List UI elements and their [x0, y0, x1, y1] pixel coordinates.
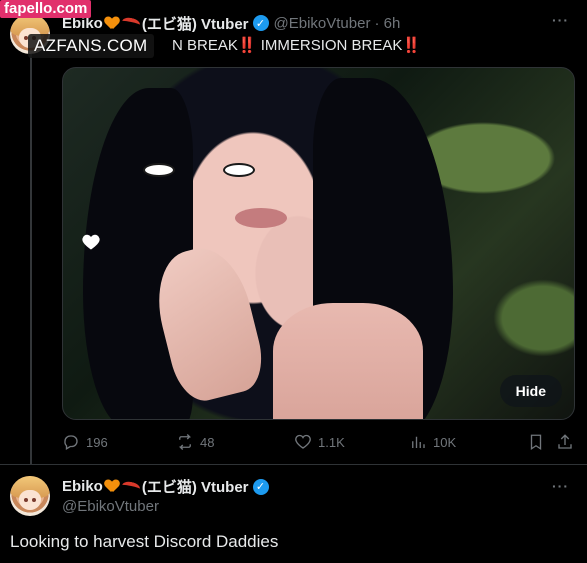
more-icon[interactable]: ···	[552, 12, 569, 28]
bookmark-icon	[530, 434, 542, 451]
display-name-suffix[interactable]: (エビ猫) Vtuber	[142, 476, 249, 497]
repost-count: 48	[200, 434, 215, 450]
reply-button[interactable]: 196	[62, 433, 108, 451]
views-icon	[412, 436, 425, 448]
repost-button[interactable]: 48	[176, 433, 214, 451]
thread-line	[30, 54, 32, 465]
tweet-text: Looking to harvest Discord Daddies	[10, 532, 279, 551]
like-count: 1.1K	[318, 434, 345, 450]
display-name-suffix[interactable]: (エビ猫) Vtuber	[142, 13, 249, 34]
reply-icon	[64, 435, 78, 450]
share-button[interactable]	[556, 433, 574, 451]
double-exclamation-icon: ‼️	[237, 37, 257, 54]
watermark-azfans: AZFANS.COM	[28, 34, 154, 58]
tweet-header: Ebiko (エビ猫) Vtuber ✓	[62, 476, 269, 497]
tweet-actions: 196 48 1.1K 10K	[62, 432, 575, 452]
bookmark-button[interactable]	[527, 433, 545, 451]
hide-button[interactable]: Hide	[499, 375, 562, 407]
tweet-media-image[interactable]: Hide	[62, 67, 575, 420]
share-icon	[558, 434, 572, 449]
tweet-text-part-1: N BREAK	[172, 37, 238, 54]
shrimp-icon	[121, 16, 141, 30]
verified-badge-icon[interactable]: ✓	[252, 15, 269, 31]
user-handle[interactable]: @EbikoVtuber	[274, 15, 371, 32]
watermark-fapello: fapello.com	[0, 0, 92, 18]
verified-badge-icon[interactable]: ✓	[252, 478, 269, 495]
shrimp-icon	[121, 479, 141, 494]
user-handle[interactable]: @EbikoVtuber	[62, 498, 159, 515]
repost-icon	[178, 434, 192, 450]
reply-count: 196	[86, 434, 108, 450]
like-button[interactable]: 1.1K	[294, 433, 345, 451]
display-name[interactable]: Ebiko	[62, 478, 103, 495]
orange-heart-icon	[105, 17, 119, 30]
more-icon[interactable]: ···	[552, 478, 569, 494]
tweet-header: Ebiko (エビ猫) Vtuber ✓ @EbikoVtuber · 6h	[62, 13, 400, 34]
views-count: 10K	[433, 434, 457, 450]
tweet-1[interactable]: Ebiko (エビ猫) Vtuber ✓ @EbikoVtuber · 6h ·…	[0, 0, 587, 465]
avatar[interactable]	[10, 476, 50, 516]
views-button[interactable]: 10K	[409, 433, 456, 451]
like-icon	[295, 434, 311, 449]
tweet-text-part-2: IMMERSION BREAK	[256, 37, 403, 54]
timestamp[interactable]: · 6h	[374, 15, 400, 32]
double-exclamation-icon: ‼️	[402, 37, 422, 54]
heart-icon	[82, 234, 100, 250]
orange-heart-icon	[105, 480, 119, 493]
divider	[0, 464, 587, 465]
